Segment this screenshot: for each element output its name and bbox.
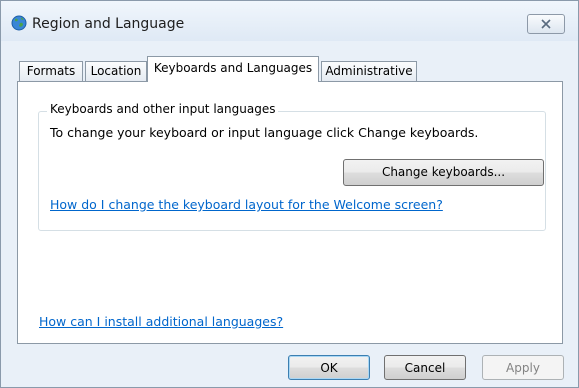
install-languages-link[interactable]: How can I install additional languages? [39,314,283,329]
welcome-screen-layout-link[interactable]: How do I change the keyboard layout for … [50,197,443,212]
window-title: Region and Language [32,16,185,32]
tab-formats[interactable]: Formats [19,61,83,81]
tab-location[interactable]: Location [85,61,147,81]
group-label: Keyboards and other input languages [47,102,279,116]
apply-button[interactable]: Apply [482,355,564,380]
ok-button[interactable]: OK [288,355,370,380]
globe-icon [11,15,27,31]
close-icon [541,19,551,29]
tab-administrative[interactable]: Administrative [321,61,417,81]
region-language-window: Region and Language Formats Location Key… [0,0,579,388]
title-bar: Region and Language [1,1,578,41]
group-description: To change your keyboard or input languag… [50,125,479,140]
tab-panel: Keyboards and other input languages To c… [17,81,563,344]
close-button[interactable] [527,14,565,34]
tab-keyboards-and-languages[interactable]: Keyboards and Languages [147,56,319,82]
cancel-button[interactable]: Cancel [384,355,466,380]
change-keyboards-button[interactable]: Change keyboards... [343,159,544,186]
